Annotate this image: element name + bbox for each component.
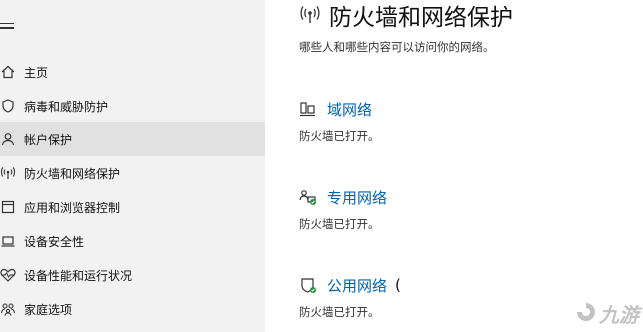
page-header: 防火墙和网络保护 <box>299 0 513 31</box>
public-network-link[interactable]: 公用网络 ( <box>299 274 401 296</box>
private-network-icon <box>299 188 317 206</box>
wireless-icon <box>299 5 321 25</box>
network-name: 专用网络 <box>327 188 388 207</box>
sidebar-item-label: 家庭选项 <box>24 302 73 317</box>
laptop-icon <box>0 233 16 249</box>
hamburger-menu-icon[interactable] <box>0 23 14 35</box>
network-status: 防火墙已打开。 <box>299 129 380 143</box>
sidebar-item-label: 防火墙和网络保护 <box>24 166 121 181</box>
sidebar-item-account-protection[interactable]: 帐户保护 <box>0 122 265 156</box>
home-icon <box>0 64 16 80</box>
page-subtitle: 哪些人和哪些内容可以访问你的网络。 <box>299 40 495 54</box>
network-status: 防火墙已打开。 <box>299 217 380 231</box>
person-icon <box>0 131 16 147</box>
page-title: 防火墙和网络保护 <box>329 5 513 31</box>
sidebar-item-label: 病毒和威胁防护 <box>24 99 109 114</box>
network-name: 公用网络 <box>327 276 388 295</box>
sidebar: 主页 病毒和威胁防护 帐户保护 防火墙和网络保护 应用和浏览器控制 设备安全性 <box>0 0 265 332</box>
private-network-link[interactable]: 专用网络 <box>299 186 387 208</box>
private-network-section: 专用网络 防火墙已打开。 <box>299 186 387 232</box>
network-name: 域网络 <box>327 100 373 119</box>
network-status: 防火墙已打开。 <box>299 305 380 319</box>
sidebar-item-virus-protection[interactable]: 病毒和威胁防护 <box>0 89 265 123</box>
public-network-section: 公用网络 ( 防火墙已打开。 <box>299 274 401 320</box>
sidebar-item-label: 帐户保护 <box>24 132 73 147</box>
domain-network-link[interactable]: 域网络 <box>299 98 380 120</box>
sidebar-item-label: 应用和浏览器控制 <box>24 200 121 215</box>
domain-network-icon <box>299 100 317 118</box>
public-network-icon <box>299 276 317 294</box>
sidebar-item-firewall[interactable]: 防火墙和网络保护 <box>0 156 265 190</box>
main-content: 防火墙和网络保护 哪些人和哪些内容可以访问你的网络。 域网络 防火墙已打开。 专… <box>265 0 643 332</box>
sidebar-item-home[interactable]: 主页 <box>0 55 265 89</box>
domain-network-section: 域网络 防火墙已打开。 <box>299 98 380 144</box>
sidebar-item-label: 设备安全性 <box>24 234 85 249</box>
sidebar-item-device-performance[interactable]: 设备性能和运行状况 <box>0 258 265 292</box>
sidebar-item-family-options[interactable]: 家庭选项 <box>0 292 265 326</box>
sidebar-item-device-security[interactable]: 设备安全性 <box>0 224 265 258</box>
sidebar-item-label: 设备性能和运行状况 <box>24 268 133 283</box>
app-window-icon <box>0 199 16 215</box>
watermark: 九游 <box>575 299 639 328</box>
heart-icon <box>0 267 16 283</box>
sidebar-item-app-browser-control[interactable]: 应用和浏览器控制 <box>0 190 265 224</box>
family-icon <box>0 301 16 317</box>
watermark-logo-icon <box>575 301 597 327</box>
sidebar-item-label: 主页 <box>24 65 49 80</box>
watermark-text: 九游 <box>599 303 639 327</box>
wireless-icon <box>0 165 16 181</box>
shield-icon <box>0 98 16 114</box>
active-network-note: ( <box>395 276 401 294</box>
